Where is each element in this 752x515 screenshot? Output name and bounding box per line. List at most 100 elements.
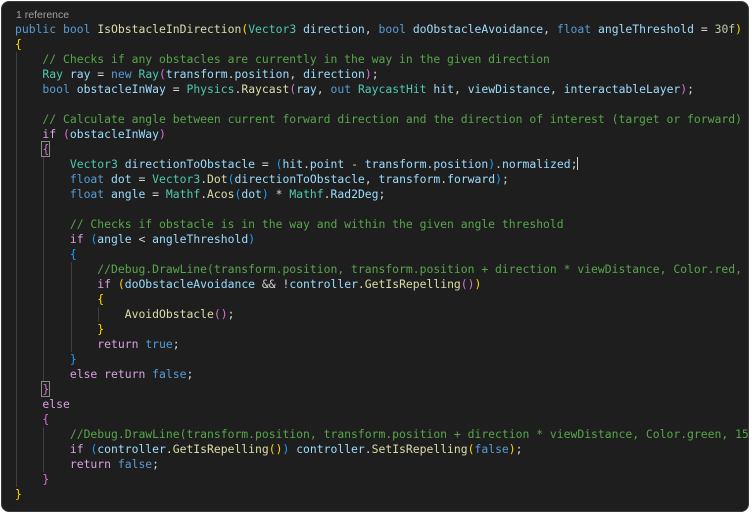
code-line[interactable]: return true; — [15, 337, 180, 352]
code-line[interactable]: } — [15, 322, 104, 337]
code-token: ; — [570, 157, 578, 171]
code-token: () — [268, 442, 283, 456]
code-token: float — [556, 22, 598, 36]
code-line[interactable]: } — [15, 352, 77, 367]
code-token: if — [15, 277, 118, 291]
code-token: } — [15, 352, 77, 366]
code-token: ; — [687, 82, 695, 96]
code-token: { — [15, 247, 77, 261]
code-token: Rad2Deg — [330, 187, 379, 201]
code-token: // Calculate angle between current forwa… — [15, 112, 742, 126]
code-token: { — [15, 37, 22, 51]
code-token: direction — [303, 22, 365, 36]
code-token: ) — [282, 442, 297, 456]
code-token: ( — [63, 127, 70, 141]
code-token: position — [234, 67, 290, 81]
code-token: ( — [159, 67, 166, 81]
code-line[interactable]: return false; — [15, 457, 159, 472]
code-token: float — [15, 187, 112, 201]
code-token: return — [15, 337, 146, 351]
code-token: . — [495, 157, 502, 171]
code-line[interactable]: { — [15, 141, 51, 157]
code-token: . — [165, 442, 173, 456]
code-token: doObstacleAvoidance — [124, 277, 256, 291]
code-line[interactable]: float dot = Vector3.Dot(directionToObsta… — [15, 172, 509, 187]
code-token: hit — [282, 157, 304, 171]
code-line[interactable]: { — [15, 37, 22, 52]
code-token: if — [15, 232, 91, 246]
code-token: transform — [364, 157, 427, 171]
code-token: bool — [15, 82, 77, 96]
code-token: bool — [63, 22, 98, 36]
code-token: Raycast — [241, 82, 290, 96]
code-token: ) — [248, 232, 256, 246]
code-token: //Debug.DrawLine(transform.position, tra… — [15, 427, 749, 441]
code-token: 30f — [714, 22, 736, 36]
code-line[interactable]: { — [15, 292, 104, 307]
code-token: else — [15, 367, 105, 381]
code-line[interactable]: } — [15, 472, 49, 487]
code-token: && ! — [255, 277, 290, 291]
codelens-references[interactable]: 1 reference — [16, 9, 69, 21]
code-line[interactable]: // Calculate angle between current forwa… — [15, 112, 742, 127]
code-token: true — [145, 337, 173, 351]
code-line[interactable]: } — [15, 381, 51, 397]
code-token: bool — [378, 22, 413, 36]
code-token: false — [152, 367, 187, 381]
code-line[interactable]: float angle = Mathf.Acos(dot) * Mathf.Ra… — [15, 187, 386, 202]
code-line[interactable]: if (angle < angleThreshold) — [15, 232, 255, 247]
code-token: ) — [474, 277, 482, 291]
code-line[interactable]: // Checks if obstacle is in the way and … — [15, 217, 564, 232]
code-line[interactable]: bool obstacleInWay = Physics.Raycast(ray… — [15, 82, 694, 97]
code-token: out — [330, 82, 358, 96]
code-line[interactable]: //Debug.DrawLine(transform.position, tra… — [15, 427, 749, 442]
code-token: ; — [186, 367, 194, 381]
code-token: Mathf — [165, 187, 201, 201]
code-line[interactable]: { — [15, 247, 77, 262]
code-token: controller — [296, 442, 365, 456]
code-line[interactable]: AvoidObstacle(); — [15, 307, 235, 322]
code-token: () — [213, 307, 228, 321]
code-line[interactable]: public bool IsObstacleInDirection(Vector… — [15, 22, 742, 37]
code-token: , — [549, 82, 564, 96]
code-token: forward — [447, 172, 496, 186]
code-token: Vector3 — [152, 172, 201, 186]
code-line[interactable]: } — [15, 487, 22, 502]
code-line[interactable]: if (controller.GetIsRepelling()) control… — [15, 442, 523, 457]
code-line[interactable]: else — [15, 397, 69, 412]
code-line[interactable]: else return false; — [15, 367, 193, 382]
code-line[interactable]: if (doObstacleAvoidance && !controller.G… — [15, 277, 481, 292]
code-token: Ray — [138, 67, 160, 81]
code-token: ; — [378, 187, 386, 201]
code-line[interactable]: //Debug.DrawLine(transform.position, tra… — [15, 262, 748, 277]
code-token: angle — [111, 187, 146, 201]
code-token: // Checks if any obstacles are currently… — [15, 52, 550, 66]
code-token: Mathf — [289, 187, 324, 201]
code-token: . — [357, 277, 365, 291]
code-line[interactable]: Ray ray = new Ray(transform.position, di… — [15, 67, 378, 82]
code-token: ray — [69, 67, 91, 81]
code-token: ; — [172, 337, 180, 351]
code-token: interactableLayer — [563, 82, 681, 96]
code-token: AvoidObstacle — [15, 307, 214, 321]
code-token: SetIsRepelling — [371, 442, 468, 456]
code-token: Vector3 — [248, 22, 304, 36]
code-token: ; — [227, 307, 235, 321]
code-line[interactable]: { — [15, 412, 49, 427]
code-token: ; — [152, 457, 160, 471]
code-line[interactable]: if (obstacleInWay) — [15, 127, 165, 142]
code-token: . — [303, 157, 310, 171]
code-token: obstacleInWay — [76, 82, 166, 96]
code-token: dot — [111, 172, 132, 186]
code-editor[interactable]: 1 reference public bool IsObstacleInDire… — [1, 1, 749, 512]
code-token: Dot — [207, 172, 228, 186]
code-token: , — [453, 82, 468, 96]
code-token: false — [474, 442, 509, 456]
code-token: , — [289, 67, 304, 81]
code-line[interactable]: // Checks if any obstacles are currently… — [15, 52, 550, 67]
code-line[interactable]: Vector3 directionToObstacle = (hit.point… — [15, 157, 579, 172]
code-token: hit — [433, 82, 454, 96]
code-token: ) — [495, 172, 502, 186]
code-token: = — [131, 172, 153, 186]
